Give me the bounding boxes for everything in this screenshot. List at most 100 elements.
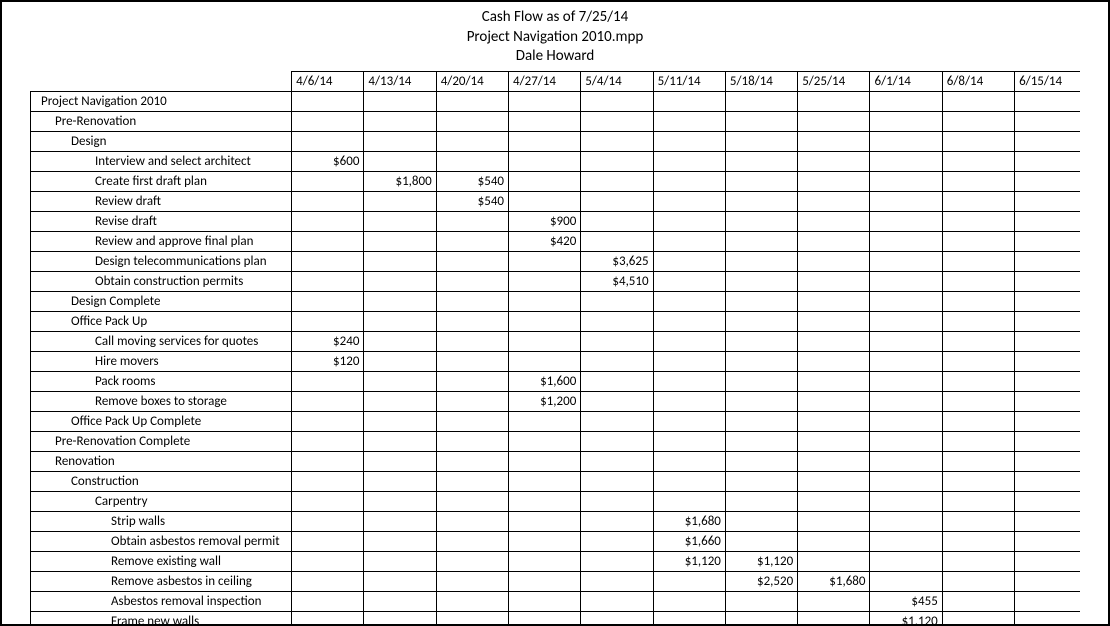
table-row: Office Pack Up Complete — [31, 411, 1081, 431]
value-cell: $600 — [292, 151, 364, 171]
value-cell — [942, 611, 1014, 626]
value-cell — [653, 451, 725, 471]
table-row: Renovation — [31, 451, 1081, 471]
value-cell — [1015, 231, 1080, 251]
value-cell — [581, 611, 653, 626]
value-cell — [581, 211, 653, 231]
value-cell — [942, 471, 1014, 491]
value-cell — [798, 431, 870, 451]
value-cell — [1015, 151, 1080, 171]
table-row: Obtain construction permits$4,510 — [31, 271, 1081, 291]
value-cell — [1015, 91, 1080, 111]
value-cell: $4,510 — [581, 271, 653, 291]
value-cell — [870, 491, 942, 511]
table-row: Pack rooms$1,600 — [31, 371, 1081, 391]
value-cell — [798, 351, 870, 371]
value-cell — [436, 511, 508, 531]
value-cell — [364, 211, 436, 231]
value-cell — [581, 411, 653, 431]
value-cell — [364, 271, 436, 291]
value-cell — [653, 411, 725, 431]
value-cell — [725, 471, 797, 491]
value-cell — [653, 571, 725, 591]
value-cell — [653, 431, 725, 451]
value-cell — [725, 511, 797, 531]
value-cell — [870, 431, 942, 451]
value-cell — [509, 511, 581, 531]
value-cell — [509, 151, 581, 171]
value-cell — [1015, 211, 1080, 231]
date-col-header: 6/15/14 — [1015, 71, 1080, 91]
value-cell — [725, 371, 797, 391]
value-cell: $3,625 — [581, 251, 653, 271]
value-cell — [364, 351, 436, 371]
value-cell — [1015, 131, 1080, 151]
value-cell — [653, 371, 725, 391]
value-cell — [364, 451, 436, 471]
value-cell — [436, 91, 508, 111]
value-cell — [725, 111, 797, 131]
value-cell — [1015, 191, 1080, 211]
value-cell — [942, 151, 1014, 171]
table-row: Pre-Renovation — [31, 111, 1081, 131]
value-cell — [942, 331, 1014, 351]
value-cell — [942, 111, 1014, 131]
value-cell — [725, 131, 797, 151]
task-name-cell: Design telecommunications plan — [31, 251, 292, 271]
value-cell — [436, 531, 508, 551]
value-cell — [653, 111, 725, 131]
value-cell — [364, 371, 436, 391]
value-cell — [436, 411, 508, 431]
value-cell — [798, 171, 870, 191]
value-cell — [798, 111, 870, 131]
value-cell — [581, 571, 653, 591]
task-name-cell: Revise draft — [31, 211, 292, 231]
value-cell — [653, 151, 725, 171]
table-row: Office Pack Up — [31, 311, 1081, 331]
value-cell — [581, 171, 653, 191]
value-cell — [725, 271, 797, 291]
value-cell — [1015, 551, 1080, 571]
value-cell — [292, 371, 364, 391]
value-cell — [725, 191, 797, 211]
value-cell — [509, 291, 581, 311]
value-cell — [725, 351, 797, 371]
value-cell — [942, 211, 1014, 231]
value-cell — [509, 351, 581, 371]
value-cell — [942, 251, 1014, 271]
value-cell — [292, 111, 364, 131]
value-cell: $540 — [436, 171, 508, 191]
value-cell — [1015, 591, 1080, 611]
value-cell — [870, 391, 942, 411]
table-header: 4/6/144/13/144/20/144/27/145/4/145/11/14… — [31, 71, 1081, 91]
value-cell — [1015, 371, 1080, 391]
date-col-header: 4/27/14 — [509, 71, 581, 91]
table-row: Design telecommunications plan $3,625 — [31, 251, 1081, 271]
value-cell — [364, 571, 436, 591]
date-col-header: 6/8/14 — [942, 71, 1014, 91]
value-cell — [436, 491, 508, 511]
value-cell — [509, 191, 581, 211]
value-cell — [798, 451, 870, 471]
value-cell: $1,800 — [364, 171, 436, 191]
value-cell — [798, 291, 870, 311]
value-cell — [364, 611, 436, 626]
value-cell — [1015, 411, 1080, 431]
value-cell: $2,520 — [725, 571, 797, 591]
value-cell — [942, 531, 1014, 551]
value-cell — [436, 271, 508, 291]
task-name-cell: Interview and select architect — [31, 151, 292, 171]
value-cell — [1015, 291, 1080, 311]
value-cell — [942, 571, 1014, 591]
value-cell — [725, 311, 797, 331]
task-name-cell: Strip walls — [31, 511, 292, 531]
value-cell — [1015, 391, 1080, 411]
value-cell — [725, 391, 797, 411]
value-cell — [509, 131, 581, 151]
value-cell — [292, 211, 364, 231]
value-cell — [436, 311, 508, 331]
value-cell — [653, 611, 725, 626]
value-cell — [798, 391, 870, 411]
value-cell — [725, 211, 797, 231]
value-cell — [364, 111, 436, 131]
